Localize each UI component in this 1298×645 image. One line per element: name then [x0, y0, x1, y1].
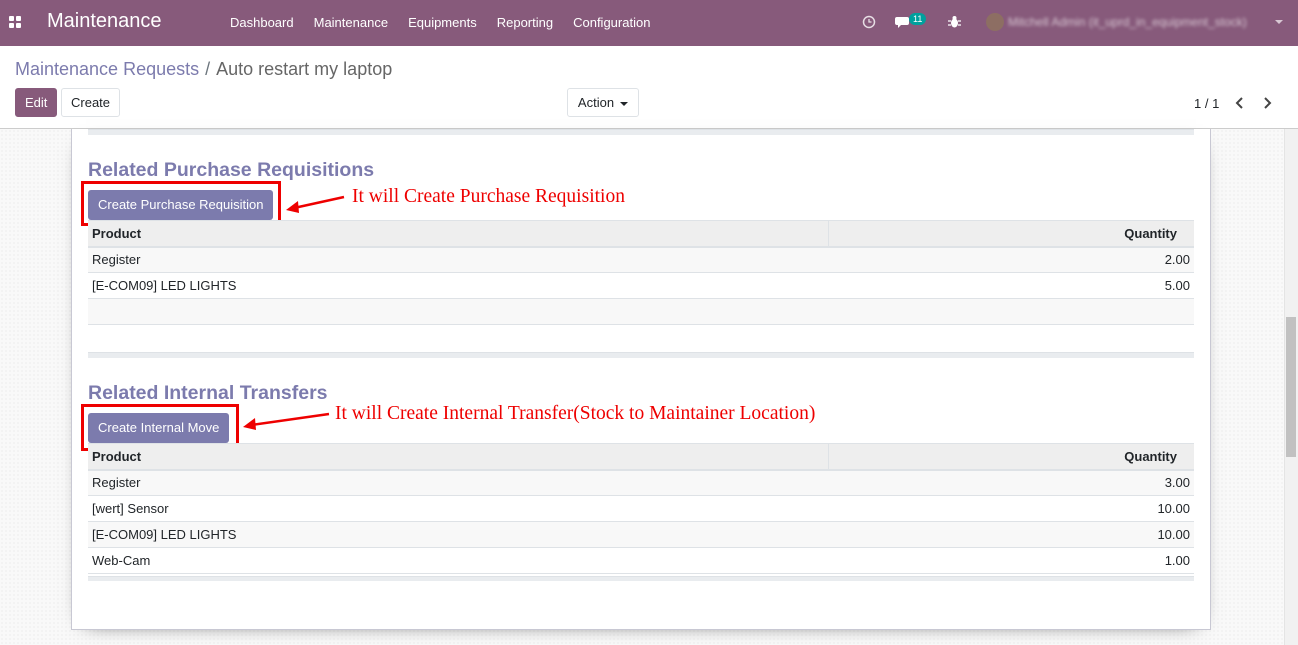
table-row[interactable]: [wert] Sensor 10.00 — [88, 495, 1194, 522]
purchase-section-title: Related Purchase Requisitions — [88, 159, 375, 181]
menu-maintenance[interactable]: Maintenance — [314, 15, 388, 30]
quantity-cell: 1.00 — [828, 547, 1194, 574]
table-footer-bar — [88, 576, 1194, 581]
pager-value[interactable]: 1 / 1 — [1194, 96, 1219, 111]
column-header-product[interactable]: Product — [88, 443, 828, 471]
red-arrow-icon — [286, 195, 345, 213]
purchase-lines-table: Product Quantity Register 2.00 [E-COM09]… — [88, 220, 1194, 325]
action-label: Action — [577, 95, 615, 110]
edit-button[interactable]: Edit — [15, 88, 57, 117]
quantity-cell: 5.00 — [828, 272, 1194, 299]
quantity-cell: 3.00 — [828, 469, 1194, 496]
create-button[interactable]: Create — [61, 88, 120, 117]
scrollbar-thumb[interactable] — [1286, 317, 1296, 457]
purchase-annotation: It will Create Purchase Requisition — [352, 186, 625, 207]
internal-annotation: It will Create Internal Transfer(Stock t… — [335, 403, 816, 424]
user-name[interactable]: Mitchell Admin (it_uprd_in_equipment_sto… — [1008, 15, 1268, 29]
debug-bug-icon[interactable] — [948, 15, 961, 29]
quantity-cell: 2.00 — [828, 246, 1194, 273]
messages-count-badge: 11 — [909, 13, 927, 25]
breadcrumb-current: Auto restart my laptop — [216, 59, 393, 79]
activity-clock-icon[interactable] — [862, 15, 876, 29]
breadcrumb-separator: / — [205, 59, 211, 79]
empty-cell — [88, 298, 828, 325]
user-menu-caret-icon[interactable] — [1275, 20, 1283, 24]
table-row[interactable]: Register 2.00 — [88, 246, 1194, 273]
column-header-product[interactable]: Product — [88, 220, 828, 248]
menu-reporting[interactable]: Reporting — [497, 15, 553, 30]
product-cell: Web-Cam — [88, 547, 828, 574]
column-header-quantity[interactable]: Quantity — [827, 443, 1194, 471]
table-row[interactable]: Register 3.00 — [88, 469, 1194, 496]
top-navbar: Maintenance Dashboard Maintenance Equipm… — [0, 0, 1298, 46]
caret-down-icon — [620, 101, 629, 106]
section-divider — [88, 129, 1194, 135]
table-row[interactable]: [E-COM09] LED LIGHTS 5.00 — [88, 272, 1194, 299]
column-header-quantity[interactable]: Quantity — [827, 220, 1194, 248]
main-menu: Dashboard Maintenance Equipments Reporti… — [230, 15, 670, 30]
menu-equipments[interactable]: Equipments — [408, 15, 477, 30]
table-row-empty — [88, 298, 1194, 325]
section-divider — [88, 352, 1194, 358]
table-row[interactable]: Web-Cam 1.00 — [88, 547, 1194, 574]
product-cell: [E-COM09] LED LIGHTS — [88, 272, 828, 299]
internal-lines-table: Product Quantity Register 3.00 [wert] Se… — [88, 443, 1194, 574]
red-arrow-icon — [243, 412, 330, 430]
breadcrumb: Maintenance Requests / Auto restart my lap… — [15, 59, 392, 80]
quantity-cell: 10.00 — [828, 495, 1194, 522]
pager-next-icon[interactable] — [1260, 93, 1274, 113]
quantity-cell: 10.00 — [828, 521, 1194, 548]
breadcrumb-parent[interactable]: Maintenance Requests — [15, 59, 199, 79]
app-title[interactable]: Maintenance — [47, 10, 162, 33]
product-cell: Register — [88, 246, 828, 273]
table-row[interactable]: [E-COM09] LED LIGHTS 10.00 — [88, 521, 1194, 548]
product-cell: [E-COM09] LED LIGHTS — [88, 521, 828, 548]
apps-grid-icon[interactable] — [9, 16, 21, 28]
user-avatar[interactable] — [986, 13, 1004, 31]
internal-section-title: Related Internal Transfers — [88, 382, 328, 404]
action-dropdown[interactable]: Action — [567, 88, 639, 117]
menu-dashboard[interactable]: Dashboard — [230, 15, 294, 30]
product-cell: Register — [88, 469, 828, 496]
menu-configuration[interactable]: Configuration — [573, 15, 650, 30]
empty-cell — [828, 298, 1194, 325]
product-cell: [wert] Sensor — [88, 495, 828, 522]
pager-previous-icon[interactable] — [1233, 93, 1247, 113]
